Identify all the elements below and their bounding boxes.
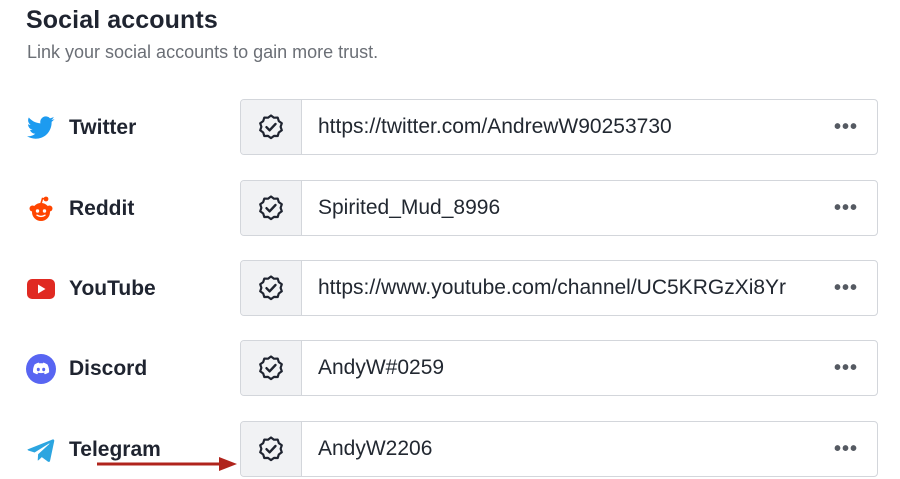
account-row-youtube: YouTube https://www.youtube.com/channel/… — [0, 260, 900, 318]
section-title: Social accounts — [26, 6, 218, 34]
reddit-link-field: Spirited_Mud_8996 ••• — [240, 180, 878, 236]
account-row-reddit: Reddit Spirited_Mud_8996 ••• — [0, 180, 900, 238]
twitter-link-field: https://twitter.com/AndrewW90253730 ••• — [240, 99, 878, 155]
platform-name: Discord — [69, 357, 148, 380]
discord-icon — [26, 354, 56, 384]
reddit-icon — [26, 194, 56, 224]
youtube-icon — [26, 274, 56, 304]
account-value-input[interactable]: AndyW#0259 — [302, 341, 815, 395]
platform-label: Discord — [26, 340, 147, 398]
platform-label: YouTube — [26, 260, 156, 318]
more-options-button[interactable]: ••• — [815, 261, 877, 315]
platform-name: Twitter — [69, 116, 137, 139]
more-options-button[interactable]: ••• — [815, 181, 877, 235]
verify-badge-button[interactable] — [241, 261, 302, 315]
platform-name: YouTube — [69, 277, 156, 300]
verify-badge-button[interactable] — [241, 181, 302, 235]
verify-badge-button[interactable] — [241, 341, 302, 395]
more-options-button[interactable]: ••• — [815, 422, 877, 476]
verified-badge-icon — [259, 114, 283, 140]
account-value-input[interactable]: https://twitter.com/AndrewW90253730 — [302, 100, 815, 154]
account-row-discord: Discord AndyW#0259 ••• — [0, 340, 900, 398]
account-value-input[interactable]: https://www.youtube.com/channel/UC5KRGzX… — [302, 261, 815, 315]
telegram-icon — [26, 435, 56, 465]
verified-badge-icon — [259, 195, 283, 221]
platform-name: Reddit — [69, 197, 135, 220]
verify-badge-button[interactable] — [241, 100, 302, 154]
youtube-link-field: https://www.youtube.com/channel/UC5KRGzX… — [240, 260, 878, 316]
annotation-arrow-icon — [97, 457, 237, 471]
platform-label: Twitter — [26, 99, 136, 157]
verified-badge-icon — [259, 436, 283, 462]
discord-link-field: AndyW#0259 ••• — [240, 340, 878, 396]
verified-badge-icon — [259, 355, 283, 381]
more-options-button[interactable]: ••• — [815, 341, 877, 395]
verify-badge-button[interactable] — [241, 422, 302, 476]
account-value-input[interactable]: AndyW2206 — [302, 422, 815, 476]
account-row-twitter: Twitter https://twitter.com/AndrewW90253… — [0, 99, 900, 157]
telegram-link-field: AndyW2206 ••• — [240, 421, 878, 477]
account-value-input[interactable]: Spirited_Mud_8996 — [302, 181, 815, 235]
platform-label: Reddit — [26, 180, 134, 238]
section-subtitle: Link your social accounts to gain more t… — [27, 42, 379, 62]
verified-badge-icon — [259, 275, 283, 301]
more-options-button[interactable]: ••• — [815, 100, 877, 154]
twitter-icon — [26, 113, 56, 143]
